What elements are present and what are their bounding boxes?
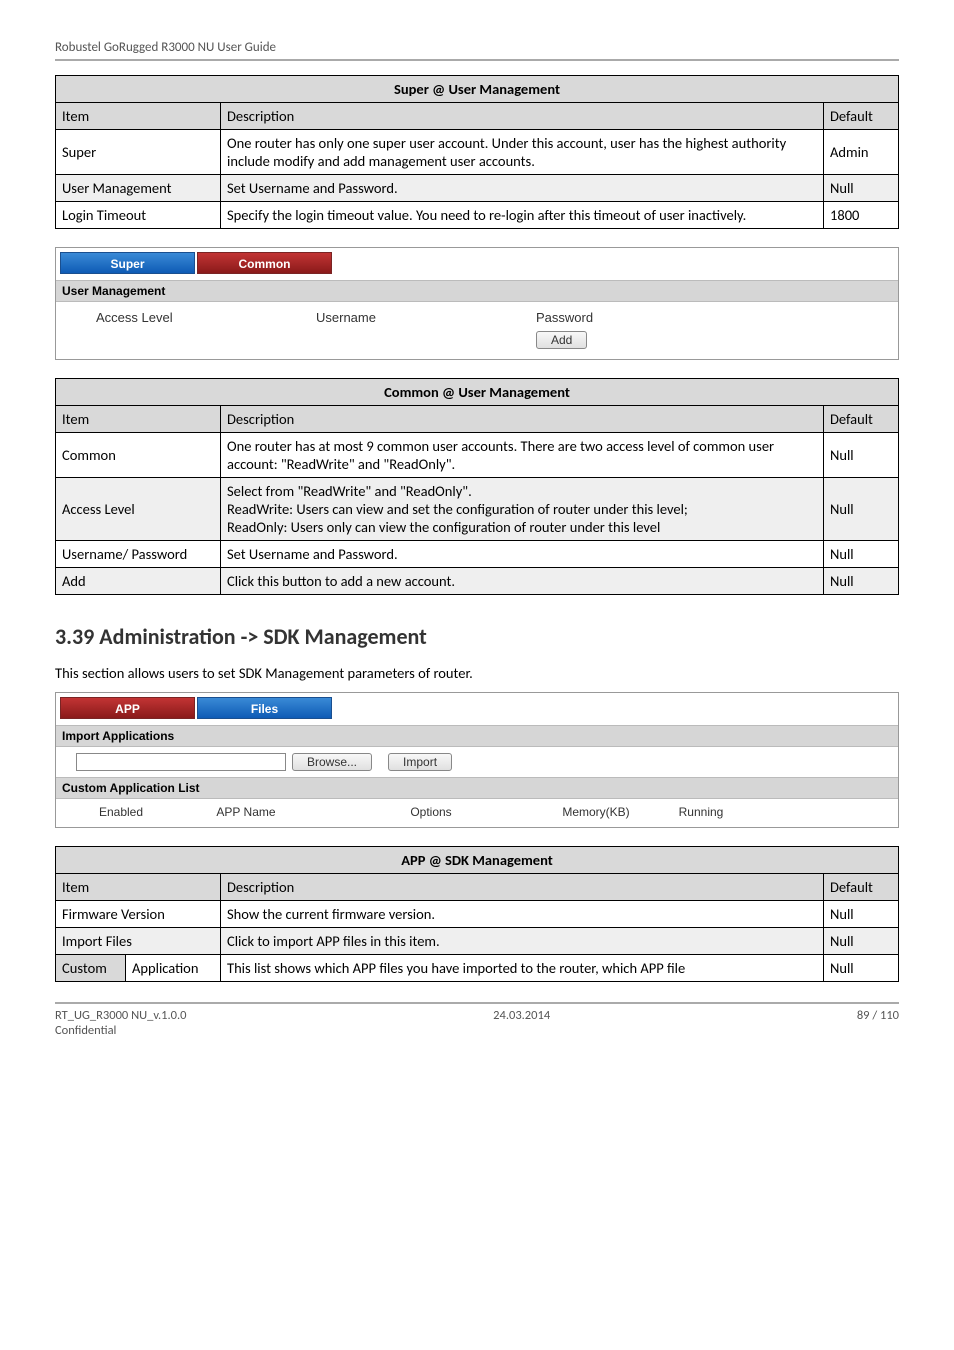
cell-subitem: Application — [126, 955, 221, 982]
cell-item: Login Timeout — [56, 202, 221, 229]
cell-def: Null — [824, 175, 899, 202]
col-hdr-desc: Description — [221, 874, 824, 901]
footer-confidential: Confidential — [55, 1023, 899, 1038]
tab-common[interactable]: Common — [197, 252, 332, 274]
col-hdr-item: Item — [56, 103, 221, 130]
cell-def: 1800 — [824, 202, 899, 229]
tab-files[interactable]: Files — [197, 697, 332, 719]
table-common-user-mgmt: Common @ User Management Item Descriptio… — [55, 378, 899, 595]
col-app-name: APP Name — [166, 805, 326, 819]
cell-desc: Click this button to add a new account. — [221, 568, 824, 595]
col-hdr-desc: Description — [221, 406, 824, 433]
cell-def: Null — [824, 568, 899, 595]
col-options: Options — [326, 805, 536, 819]
cell-desc: Show the current firmware version. — [221, 901, 824, 928]
cell-item: Username/ Password — [56, 541, 221, 568]
add-button[interactable]: Add — [536, 331, 587, 349]
cell-desc: One router has at most 9 common user acc… — [221, 433, 824, 478]
cell-item: Custom — [56, 955, 126, 982]
cell-desc: Specify the login timeout value. You nee… — [221, 202, 824, 229]
table-app-sdk-mgmt: APP @ SDK Management Item Description De… — [55, 846, 899, 982]
col-hdr-default: Default — [824, 874, 899, 901]
section-heading-sdk: 3.39 Administration -> SDK Management — [55, 623, 899, 650]
page-header: Robustel GoRugged R3000 NU User Guide — [55, 40, 899, 61]
col-memory: Memory(KB) — [536, 805, 656, 819]
footer-right: 89 / 110 — [857, 1008, 899, 1023]
col-hdr-default: Default — [824, 406, 899, 433]
table-super-user-mgmt: Super @ User Management Item Description… — [55, 75, 899, 229]
intro-text: This section allows users to set SDK Man… — [55, 664, 899, 682]
footer-left: RT_UG_R3000 NU_v.1.0.0 — [55, 1008, 186, 1023]
col-password: Password — [536, 310, 646, 325]
col-access-level: Access Level — [96, 310, 206, 325]
section-user-mgmt: User Management — [56, 280, 898, 302]
cell-def: Null — [824, 901, 899, 928]
cell-def: Null — [824, 541, 899, 568]
import-button[interactable]: Import — [388, 753, 452, 771]
cell-desc: One router has only one super user accou… — [221, 130, 824, 175]
browse-button[interactable]: Browse... — [292, 753, 372, 771]
screenshot-user-mgmt: Super Common User Management Access Leve… — [55, 247, 899, 360]
table-title: Super @ User Management — [56, 76, 899, 103]
table-title: APP @ SDK Management — [56, 847, 899, 874]
col-hdr-item: Item — [56, 406, 221, 433]
cell-def: Admin — [824, 130, 899, 175]
cell-desc: Select from "ReadWrite" and "ReadOnly". … — [221, 478, 824, 541]
cell-def: Null — [824, 928, 899, 955]
cell-def: Null — [824, 433, 899, 478]
cell-item: Import Files — [56, 928, 221, 955]
section-custom-app-list: Custom Application List — [56, 777, 898, 799]
tab-super[interactable]: Super — [60, 252, 195, 274]
col-hdr-default: Default — [824, 103, 899, 130]
import-file-input[interactable] — [76, 753, 286, 771]
page-footer: RT_UG_R3000 NU_v.1.0.0 24.03.2014 89 / 1… — [55, 1002, 899, 1023]
col-enabled: Enabled — [76, 805, 166, 819]
tab-app[interactable]: APP — [60, 697, 195, 719]
cell-item: Super — [56, 130, 221, 175]
col-hdr-desc: Description — [221, 103, 824, 130]
table-title: Common @ User Management — [56, 379, 899, 406]
cell-def: Null — [824, 478, 899, 541]
cell-def: Null — [824, 955, 899, 982]
col-username: Username — [316, 310, 426, 325]
cell-desc: Click to import APP files in this item. — [221, 928, 824, 955]
cell-item: Common — [56, 433, 221, 478]
cell-desc: This list shows which APP files you have… — [221, 955, 824, 982]
cell-item: Firmware Version — [56, 901, 221, 928]
cell-item: Access Level — [56, 478, 221, 541]
footer-center: 24.03.2014 — [493, 1008, 550, 1023]
col-hdr-item: Item — [56, 874, 221, 901]
cell-desc: Set Username and Password. — [221, 541, 824, 568]
col-running: Running — [656, 805, 746, 819]
section-import-apps: Import Applications — [56, 725, 898, 747]
cell-item: User Management — [56, 175, 221, 202]
screenshot-sdk: APP Files Import Applications Browse... … — [55, 692, 899, 828]
cell-item: Add — [56, 568, 221, 595]
cell-desc: Set Username and Password. — [221, 175, 824, 202]
